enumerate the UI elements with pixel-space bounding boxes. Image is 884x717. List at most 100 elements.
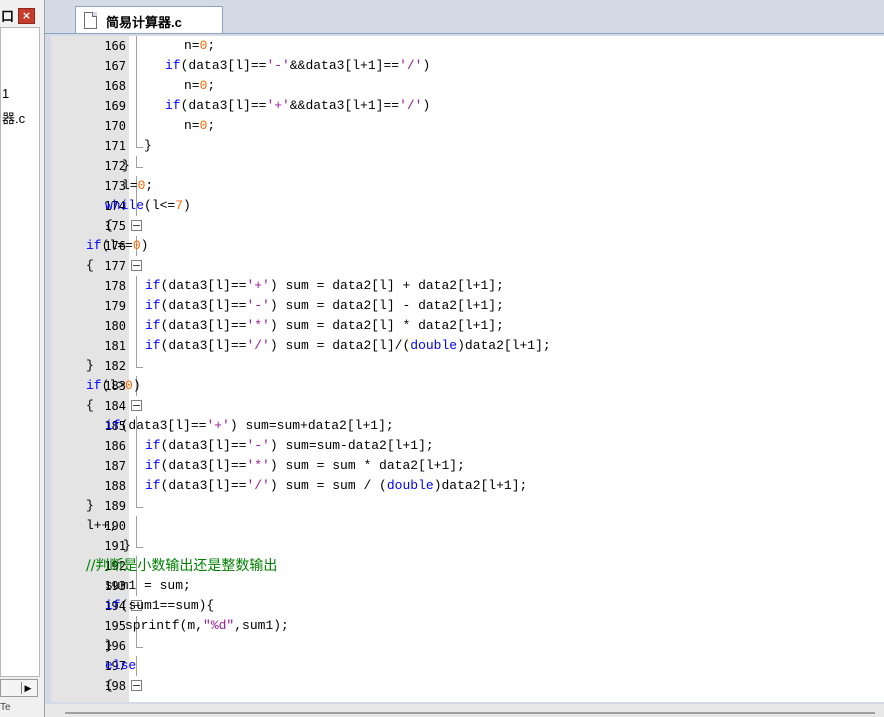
code-line[interactable]: 181 if(data3[l]=='/') sum = data2[l]/(dou… <box>51 336 884 356</box>
line-number: 179 <box>104 299 126 313</box>
keyword-token: if <box>145 478 161 493</box>
code-line[interactable]: 168 n=0; <box>51 76 884 96</box>
code-token: ) sum = sum * data2[l+1]; <box>269 458 465 473</box>
code-token: ) sum=sum-data2[l+1]; <box>269 438 434 453</box>
code-token: sum1 = sum; <box>105 578 191 593</box>
code-line[interactable]: 183 if(l>0) <box>51 376 884 396</box>
code-line[interactable]: 195 sprintf(m,"%d",sum1); <box>51 616 884 636</box>
code-line[interactable]: 190 l++; <box>51 516 884 536</box>
close-icon[interactable]: × <box>18 8 35 24</box>
line-number: 186 <box>104 439 126 453</box>
code-line[interactable]: 184{ <box>51 396 884 416</box>
code-line[interactable]: 167 if(data3[l]=='-'&&data3[l+1]=='/') <box>51 56 884 76</box>
file-icon <box>84 12 97 29</box>
keyword-token: if <box>145 298 161 313</box>
code-line[interactable]: 175{ <box>51 216 884 236</box>
horizontal-scrollbar[interactable] <box>45 704 884 717</box>
line-number: 198 <box>104 679 126 693</box>
fold-collapse-icon[interactable] <box>131 680 142 691</box>
code-text: if(data3[l]=='+') sum=sum+data2[l+1]; <box>105 416 394 436</box>
line-number: 173 <box>104 179 126 193</box>
tab-divider <box>45 33 884 34</box>
code-line[interactable]: 188 if(data3[l]=='/') sum = sum / (double… <box>51 476 884 496</box>
code-token: ; <box>207 118 216 133</box>
code-text: n=0; <box>184 36 215 56</box>
keyword-token: double <box>386 478 434 493</box>
file-list-item[interactable]: 器.c <box>2 108 25 127</box>
keyword-token: if <box>145 438 161 453</box>
code-token: { <box>105 678 113 693</box>
code-line[interactable]: 174 while(l<=7) <box>51 196 884 216</box>
scroll-right-icon[interactable]: ▶ <box>21 682 34 694</box>
code-line[interactable]: 170 n=0; <box>51 116 884 136</box>
code-line[interactable]: 182} <box>51 356 884 376</box>
code-text: } <box>122 156 130 176</box>
code-text: if(data3[l]=='-') sum=sum-data2[l+1]; <box>145 436 434 456</box>
code-line[interactable]: 177{ <box>51 256 884 276</box>
code-line[interactable]: 193 sum1 = sum; <box>51 576 884 596</box>
code-line[interactable]: 172} <box>51 156 884 176</box>
tab-source-file[interactable]: 简易计算器.c <box>75 6 223 34</box>
code-line[interactable]: 186 if(data3[l]=='-') sum=sum-data2[l+1]; <box>51 436 884 456</box>
code-line[interactable]: 192//判断是小数输出还是整数输出 <box>51 556 884 576</box>
code-token: ) <box>140 238 149 253</box>
line-number: 167 <box>104 59 126 73</box>
code-line[interactable]: 179 if(data3[l]=='-') sum = data2[l] - da… <box>51 296 884 316</box>
fold-guide-line <box>136 436 137 456</box>
code-token: (data3[l]== <box>160 478 247 493</box>
code-line[interactable]: 189} <box>51 496 884 516</box>
line-number: 188 <box>104 479 126 493</box>
code-line[interactable]: 166 n=0; <box>51 36 884 56</box>
fold-guide-line <box>136 76 137 96</box>
code-editor[interactable]: 166 n=0; 167 if(data3[l]=='-'&&data3[l+1]==… <box>51 36 884 702</box>
fold-collapse-icon[interactable] <box>131 220 142 231</box>
code-line[interactable]: 194 if(sum1==sum){ <box>51 596 884 616</box>
code-token: n= <box>184 118 200 133</box>
code-text: if(data3[l]=='-') sum = data2[l] - data2… <box>145 296 504 316</box>
code-line[interactable]: 180 if(data3[l]=='*') sum = data2[l] * da… <box>51 316 884 336</box>
fold-end-marker <box>136 636 143 648</box>
code-line[interactable]: 197 else <box>51 656 884 676</box>
code-token: (l<= <box>144 198 176 213</box>
code-token: ) sum=sum+data2[l+1]; <box>229 418 394 433</box>
code-token: ; <box>145 178 154 193</box>
code-text: n=0; <box>184 76 215 96</box>
string-token: '+' <box>266 98 290 113</box>
code-line[interactable]: 173 l=0; <box>51 176 884 196</box>
string-token: '+' <box>206 418 230 433</box>
code-token: (data3[l]== <box>160 438 247 453</box>
code-line[interactable]: 185 if(data3[l]=='+') sum=sum+data2[l+1]; <box>51 416 884 436</box>
fold-guide-line <box>136 456 137 476</box>
code-line[interactable]: 187 if(data3[l]=='*') sum = sum * data2[l… <box>51 456 884 476</box>
code-line[interactable]: 178 if(data3[l]=='+') sum = data2[l] + da… <box>51 276 884 296</box>
code-line[interactable]: 191} <box>51 536 884 556</box>
code-line[interactable]: 198{ <box>51 676 884 696</box>
code-text: if(l==0) <box>86 236 148 256</box>
code-line[interactable]: 196} <box>51 636 884 656</box>
code-text: if(l>0) <box>86 376 141 396</box>
string-token: '*' <box>246 458 270 473</box>
keyword-token: if <box>165 98 181 113</box>
line-number: 187 <box>104 459 126 473</box>
number-token: 0 <box>125 378 133 393</box>
code-line[interactable]: 176 if(l==0) <box>51 236 884 256</box>
fold-collapse-icon[interactable] <box>131 260 142 271</box>
file-list-item[interactable]: 1 <box>2 86 9 101</box>
scrollbar-thumb[interactable] <box>65 712 875 714</box>
code-token: (data3[l]== <box>160 338 247 353</box>
code-token: (data3[l]== <box>160 298 247 313</box>
code-text: l=0; <box>122 176 153 196</box>
file-panel-scrollbar[interactable]: ▶ <box>0 679 38 697</box>
code-token: (l> <box>101 378 126 393</box>
fold-guide-line <box>136 476 137 496</box>
string-token: '*' <box>246 318 270 333</box>
string-token: '-' <box>246 438 270 453</box>
keyword-token: while <box>105 198 145 213</box>
number-token: 7 <box>175 198 184 213</box>
code-text: sprintf(m,"%d",sum1); <box>125 616 289 636</box>
keyword-token: if <box>165 58 181 73</box>
code-line[interactable]: 171} <box>51 136 884 156</box>
fold-collapse-icon[interactable] <box>131 400 142 411</box>
code-line[interactable]: 169 if(data3[l]=='+'&&data3[l+1]=='/') <box>51 96 884 116</box>
string-token: '/' <box>399 58 423 73</box>
